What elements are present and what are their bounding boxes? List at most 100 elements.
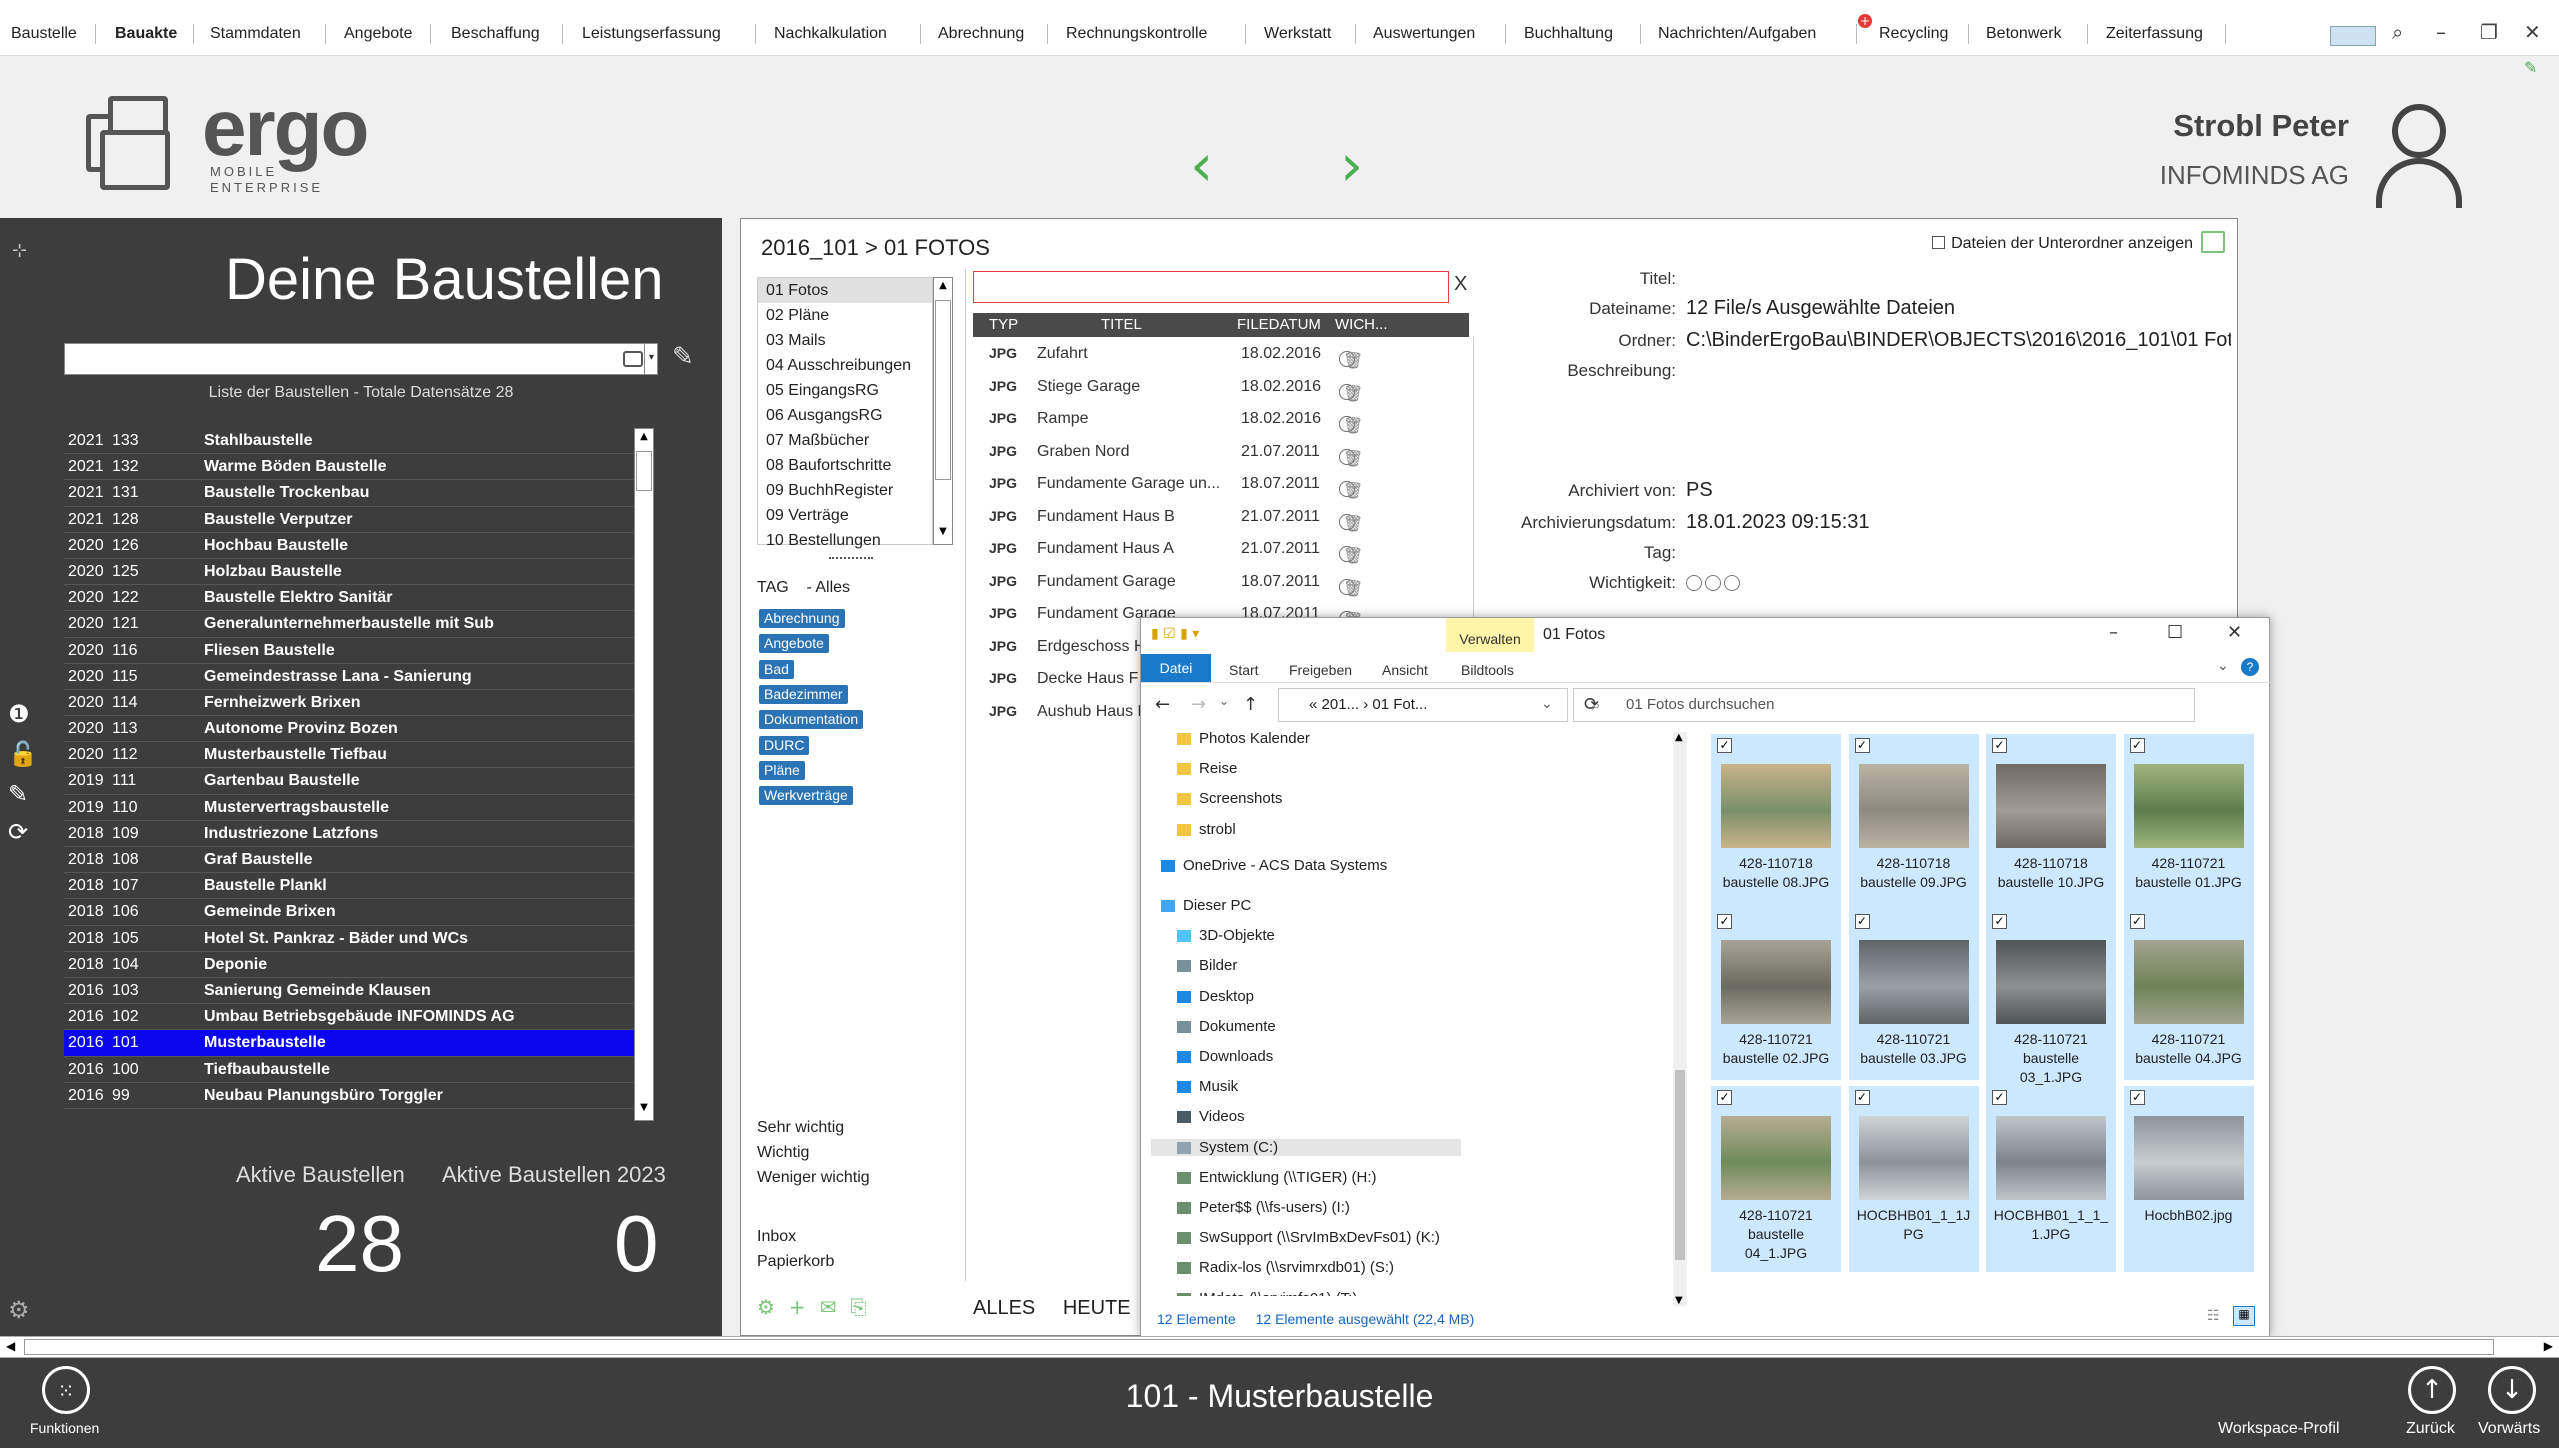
file-thumbnail[interactable]: ✓ 428-110721 baustelle 01.JPG [2123, 734, 2254, 914]
file-row[interactable]: JPG Fundamente Garage un... 18.07.2011 🗑 [973, 467, 1469, 500]
baustellen-search-input[interactable]: ▾ [64, 343, 658, 375]
menu-leistungserfassung[interactable]: Leistungserfassung [582, 0, 721, 56]
tag-badge[interactable]: Dokumentation [759, 710, 864, 730]
baustelle-row[interactable]: 2020 115 Gemeindestrasse Lana - Sanierung [64, 664, 634, 690]
nav-tree-item[interactable]: Reise [1177, 760, 1237, 777]
thumbnail-view-icon[interactable]: ▦ [2233, 1306, 2255, 1326]
baustelle-row[interactable]: 2020 116 Fliesen Baustelle [64, 638, 634, 664]
baustelle-row[interactable]: 2018 109 Industriezone Latzfons [64, 821, 634, 847]
baustelle-row[interactable]: 2020 122 Baustelle Elektro Sanitär [64, 585, 634, 612]
explorer-search-input[interactable]: ⌕ 01 Fotos durchsuchen [1573, 688, 2195, 722]
main-horizontal-scrollbar[interactable]: ◀ ▶ [0, 1336, 2559, 1358]
trash-icon[interactable]: 🗑 [1343, 514, 1363, 533]
file-thumbnail[interactable]: ✓ 428-110721 baustelle 03.JPG [1848, 910, 1979, 1080]
file-thumbnail[interactable]: ✓ 428-110721 baustelle 04_1.JPG [1711, 1086, 1841, 1272]
nav-tree-item[interactable]: Screenshots [1177, 790, 1282, 807]
explorer-maximize-icon[interactable]: ☐ [2167, 622, 2183, 643]
thumbnail-checkbox[interactable]: ✓ [1992, 1090, 2007, 1105]
papierkorb-link[interactable]: Papierkorb [757, 1253, 834, 1271]
file-thumbnail[interactable]: ✓ HOCBHB01_1_1J PG [1848, 1086, 1979, 1272]
menu-recycling[interactable]: Recycling [1879, 0, 1948, 56]
tag-badge[interactable]: DURC [759, 735, 810, 755]
tag-all[interactable]: - Alles [806, 579, 850, 596]
thumbnail-checkbox[interactable]: ✓ [1717, 738, 1732, 753]
folder-item[interactable]: 04 Ausschreibungen [758, 353, 932, 378]
nav-tree-item[interactable]: System (C:) [1151, 1138, 1461, 1156]
baustelle-row[interactable]: 2021 132 Warme Böden Baustelle [64, 454, 634, 481]
ribbon-verwalten[interactable]: Verwalten [1446, 618, 1534, 652]
sync-icon[interactable]: ⟳ [8, 818, 28, 846]
nav-tree-item[interactable]: Peter$$ (\\fs-users) (I:) [1177, 1199, 1350, 1216]
minimize-icon[interactable]: – [2436, 20, 2446, 44]
trash-icon[interactable]: 🗑 [1343, 449, 1363, 468]
menu-betonwerk[interactable]: Betonwerk [1986, 0, 2062, 56]
nav-tree-item[interactable]: Videos [1177, 1108, 1245, 1125]
baustelle-row[interactable]: 2018 108 Graf Baustelle [64, 847, 634, 874]
ribbon-tab-freigeben[interactable]: Freigeben [1289, 662, 1352, 678]
baustelle-row[interactable]: 2020 121 Generalunternehmerbaustelle mit S… [64, 611, 634, 638]
file-thumbnail[interactable]: ✓ 428-110721 baustelle 04.JPG [2123, 910, 2254, 1080]
subfolder-checkbox[interactable] [1932, 236, 1946, 249]
baustellen-scrollbar[interactable]: ▲ ▼ [634, 428, 654, 1121]
menu-zeiterfassung[interactable]: Zeiterfassung [2106, 0, 2203, 56]
user-avatar-icon[interactable] [2376, 104, 2462, 208]
baustelle-row[interactable]: 2016 103 Sanierung Gemeinde Klausen [64, 978, 634, 1005]
thumbnail-checkbox[interactable]: ✓ [1992, 914, 2007, 929]
lock-icon[interactable]: 🔓 [8, 740, 38, 768]
baustelle-row[interactable]: 2021 128 Baustelle Verputzer [64, 507, 634, 533]
folder-item[interactable]: 08 Baufortschritte [758, 453, 932, 478]
clear-filter-button[interactable]: X [1454, 273, 1467, 296]
file-thumbnail[interactable]: ✓ 428-110718 baustelle 08.JPG [1711, 734, 1841, 914]
file-row[interactable]: JPG Fundament Haus B 21.07.2011 🗑 [973, 500, 1469, 533]
menu-auswertungen[interactable]: Auswertungen [1373, 0, 1475, 56]
forward-arrow-icon[interactable]: → [1191, 694, 1206, 715]
menu-nachrichten-aufgaben[interactable]: Nachrichten/Aufgaben [1658, 0, 1816, 56]
tag-badge[interactable]: Abrechnung [759, 609, 845, 628]
nav-tree-item[interactable]: Dieser PC [1161, 897, 1251, 914]
workspace-profil-link[interactable]: Workspace-Profil [2218, 1420, 2340, 1438]
tag-badge[interactable]: Werkverträge [759, 786, 853, 806]
file-thumbnail[interactable]: ✓ 428-110721 baustelle 02.JPG [1711, 910, 1841, 1080]
folder-item[interactable]: 01 Fotos [758, 278, 932, 303]
nav-tree-item[interactable]: Entwicklung (\\TIGER) (H:) [1177, 1169, 1377, 1186]
col-titel[interactable]: TITEL [1101, 316, 1142, 333]
menu-angebote[interactable]: Angebote [344, 0, 413, 56]
tab-heute[interactable]: HEUTE [1063, 1297, 1131, 1319]
priority-less-important[interactable]: Weniger wichtig [757, 1169, 870, 1187]
baustelle-row[interactable]: 2018 105 Hotel St. Pankraz - Bäder und WCs [64, 926, 634, 952]
thumbnail-checkbox[interactable]: ✓ [1717, 914, 1732, 929]
file-row[interactable]: JPG Graben Nord 21.07.2011 🗑 [973, 435, 1469, 468]
baustelle-row[interactable]: 2020 126 Hochbau Baustelle [64, 533, 634, 559]
menu-werkstatt[interactable]: Werkstatt [1264, 0, 1331, 56]
thumbnail-checkbox[interactable]: ✓ [1854, 738, 1870, 753]
baustelle-row[interactable]: 2018 106 Gemeinde Brixen [64, 899, 634, 926]
nav-tree-item[interactable]: Musik [1177, 1078, 1238, 1095]
nav-tree-item[interactable]: IMdata (\\srvimfs01) (T:) [1177, 1290, 1357, 1296]
nav-tree-item[interactable]: OneDrive - ACS Data Systems [1161, 857, 1387, 874]
thumbnail-checkbox[interactable]: ✓ [1992, 738, 2007, 753]
baustelle-row[interactable]: 2019 110 Mustervertragsbaustelle [64, 795, 634, 821]
thumbnail-checkbox[interactable]: ✓ [1854, 914, 1870, 929]
file-thumbnail[interactable]: ✓ HOCBHB01_1_1_ 1.JPG [1986, 1086, 2116, 1272]
tag-badge[interactable]: Angebote [759, 634, 829, 654]
meta-wichtigkeit-dots[interactable] [1686, 571, 1743, 594]
info-icon[interactable]: ❶ [8, 700, 30, 728]
nav-tree-item[interactable]: SwSupport (\\SrvImBxDevFs01) (K:) [1177, 1229, 1440, 1246]
nav-tree-item[interactable]: Bilder [1177, 957, 1237, 974]
baustelle-row[interactable]: 2020 114 Fernheizwerk Brixen [64, 690, 634, 717]
trash-icon[interactable]: 🗑 [1343, 351, 1363, 370]
file-row[interactable]: JPG Rampe 18.02.2016 🗑 [973, 402, 1469, 435]
baustelle-row[interactable]: 2021 133 Stahlbaustelle [64, 428, 634, 455]
baustelle-row[interactable]: 2021 131 Baustelle Trockenbau [64, 480, 634, 507]
file-row[interactable]: JPG Fundament Haus A 21.07.2011 🗑 [973, 532, 1469, 565]
nav-tree-item[interactable]: 3D-Objekte [1177, 927, 1275, 944]
baustelle-row[interactable]: 2016 101 Musterbaustelle [64, 1030, 634, 1057]
tree-scrollbar[interactable]: ▲ ▼ [1673, 732, 1687, 1306]
folder-item[interactable]: 03 Mails [758, 328, 932, 353]
nav-tree-item[interactable]: Downloads [1177, 1048, 1273, 1065]
details-view-icon[interactable]: ☷ [2207, 1308, 2220, 1324]
address-dropdown-icon[interactable]: ⌄ [1541, 696, 1553, 712]
baustelle-row[interactable]: 2018 104 Deponie [64, 952, 634, 978]
pin-icon[interactable]: ✎ [2524, 58, 2537, 77]
folder-item[interactable]: 09 BuchhRegister [758, 478, 932, 503]
